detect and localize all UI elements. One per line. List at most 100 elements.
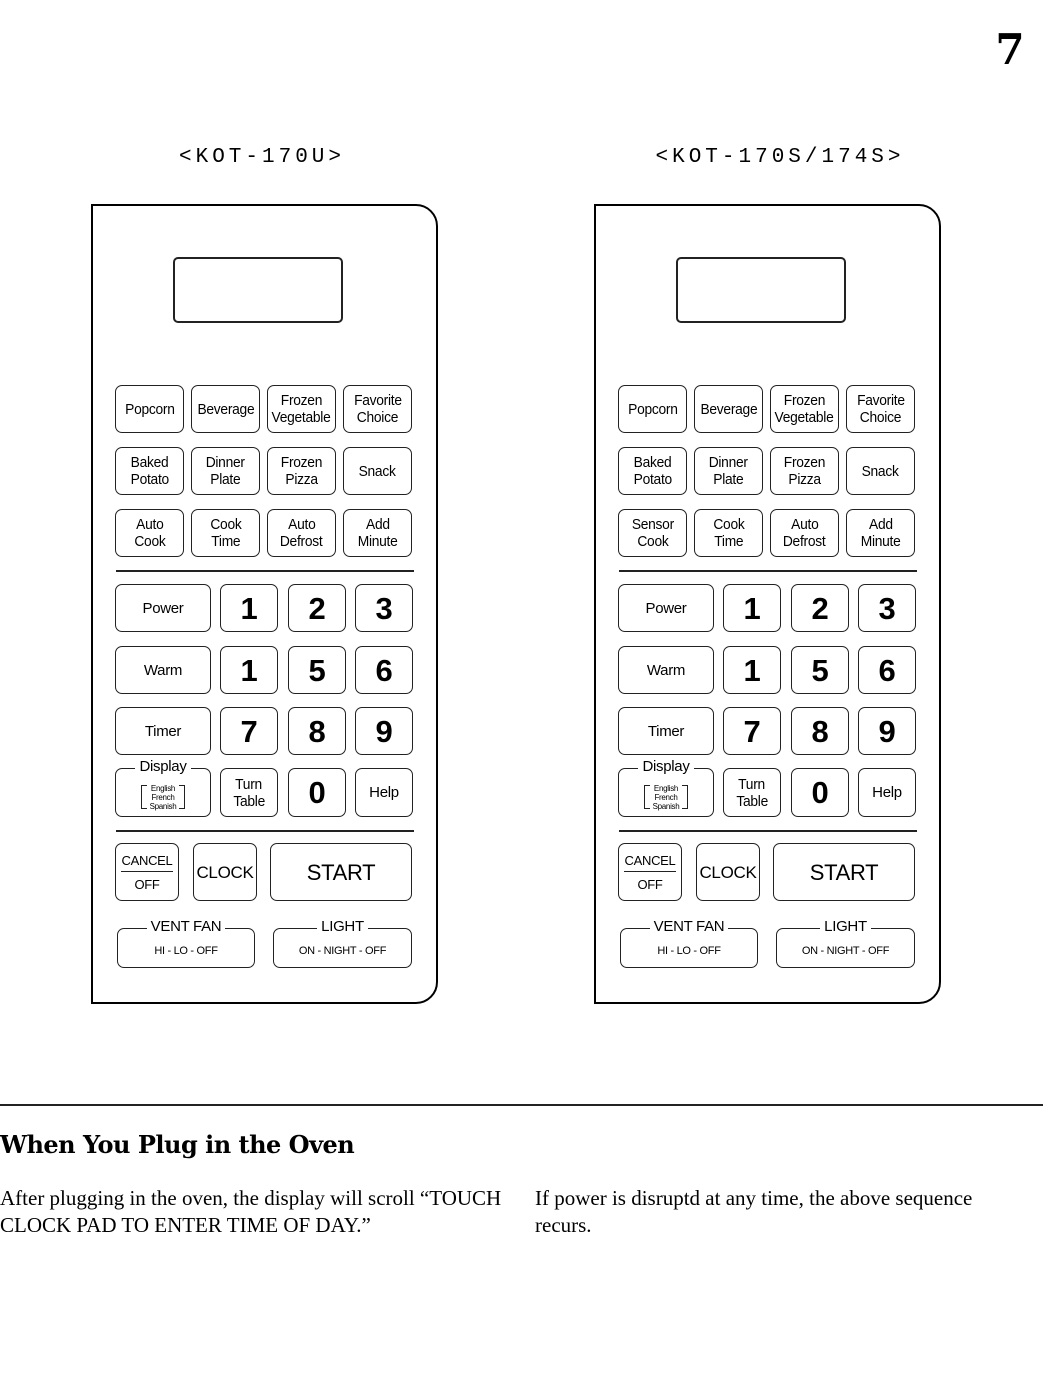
button-label-line: Choice (356, 409, 399, 426)
bracket-right-icon (682, 785, 689, 809)
cook-time-button[interactable]: Cook Time (191, 509, 260, 557)
digit-3-button[interactable]: 3 (858, 584, 916, 632)
page-number: 7 (995, 25, 1025, 74)
divider (116, 570, 414, 572)
light-button[interactable]: LIGHT ON - NIGHT - OFF (273, 918, 412, 968)
popcorn-button[interactable]: Popcorn (115, 385, 184, 433)
digit-2-button[interactable]: 2 (791, 584, 849, 632)
digit-6-button[interactable]: 6 (858, 646, 916, 694)
button-label-line: Cook (133, 533, 166, 550)
digit-9-button[interactable]: 9 (355, 707, 413, 755)
button-label-line: Turn (235, 775, 263, 793)
favorite-choice-button[interactable]: Favorite Choice (343, 385, 412, 433)
button-label-line: Dinner (205, 454, 245, 471)
button-label-line: Auto (790, 516, 819, 533)
button-label-line: Sensor (631, 516, 674, 533)
light-button[interactable]: LIGHT ON - NIGHT - OFF (776, 918, 915, 968)
cancel-off-button[interactable]: CANCEL OFF (618, 843, 682, 901)
language-options: English French Spanish (643, 783, 689, 811)
timer-button[interactable]: Timer (115, 707, 211, 755)
timer-button[interactable]: Timer (618, 707, 714, 755)
auto-defrost-button[interactable]: Auto Defrost (267, 509, 336, 557)
favorite-choice-button[interactable]: Favorite Choice (846, 385, 915, 433)
button-label-line: Defrost (280, 533, 323, 550)
power-button[interactable]: Power (115, 584, 211, 632)
language-english: English (150, 783, 176, 793)
display-language-button[interactable]: Display English French Spanish (115, 758, 211, 817)
digit-8-button[interactable]: 8 (288, 707, 346, 755)
digit-6-button[interactable]: 6 (355, 646, 413, 694)
cancel-off-button[interactable]: CANCEL OFF (115, 843, 179, 901)
divider (619, 830, 917, 832)
beverage-button[interactable]: Beverage (191, 385, 260, 433)
display-key-title-text: Display (135, 758, 191, 775)
frozen-vegetable-button[interactable]: Frozen Vegetable (770, 385, 839, 433)
button-label-line: Table (736, 792, 768, 810)
turn-table-button[interactable]: Turn Table (220, 768, 278, 817)
light-title: LIGHT (274, 918, 411, 936)
baked-potato-button[interactable]: Baked Potato (618, 447, 687, 495)
digit-1-button[interactable]: 1 (723, 584, 781, 632)
paragraph-power-disrupted: If power is disruptd at any time, the ab… (535, 1186, 973, 1237)
button-label-line: Time (713, 533, 744, 550)
vent-fan-title-text: VENT FAN (146, 918, 226, 935)
dinner-plate-button[interactable]: Dinner Plate (694, 447, 763, 495)
language-english: English (653, 783, 679, 793)
auto-cook-button[interactable]: Auto Cook (115, 509, 184, 557)
dinner-plate-button[interactable]: Dinner Plate (191, 447, 260, 495)
language-spanish: Spanish (652, 801, 680, 811)
clock-button[interactable]: CLOCK (696, 843, 760, 901)
frozen-vegetable-button[interactable]: Frozen Vegetable (267, 385, 336, 433)
vent-fan-title: VENT FAN (621, 918, 757, 936)
snack-button[interactable]: Snack (343, 447, 412, 495)
frozen-pizza-button[interactable]: Frozen Pizza (770, 447, 839, 495)
digit-1-button[interactable]: 1 (220, 584, 278, 632)
button-label-line: Frozen (783, 392, 826, 409)
add-minute-button[interactable]: Add Minute (846, 509, 915, 557)
warm-button[interactable]: Warm (115, 646, 211, 694)
clock-button[interactable]: CLOCK (193, 843, 257, 901)
digit-9-button[interactable]: 9 (858, 707, 916, 755)
button-label-line: Baked (633, 454, 672, 471)
button-label-line: Add (868, 516, 893, 533)
snack-button[interactable]: Snack (846, 447, 915, 495)
digit-1-button[interactable]: 1 (220, 646, 278, 694)
digit-1-button[interactable]: 1 (723, 646, 781, 694)
popcorn-button[interactable]: Popcorn (618, 385, 687, 433)
turn-table-button[interactable]: Turn Table (723, 768, 781, 817)
auto-defrost-button[interactable]: Auto Defrost (770, 509, 839, 557)
start-button[interactable]: START (270, 843, 412, 901)
digit-7-button[interactable]: 7 (220, 707, 278, 755)
display-language-button[interactable]: Display English French Spanish (618, 758, 714, 817)
help-button[interactable]: Help (355, 768, 413, 817)
vent-fan-button[interactable]: VENT FAN HI - LO - OFF (117, 918, 255, 968)
button-label-line: Baked (130, 454, 169, 471)
beverage-button[interactable]: Beverage (694, 385, 763, 433)
add-minute-button[interactable]: Add Minute (343, 509, 412, 557)
vent-fan-options: HI - LO - OFF (657, 944, 721, 957)
button-label-line: Pizza (285, 471, 318, 488)
light-title-text: LIGHT (820, 918, 871, 935)
digit-5-button[interactable]: 5 (288, 646, 346, 694)
digit-8-button[interactable]: 8 (791, 707, 849, 755)
button-label-line: Popcorn (627, 400, 678, 418)
button-label-line: Popcorn (124, 400, 175, 418)
sensor-cook-button[interactable]: Sensor Cook (618, 509, 687, 557)
digit-2-button[interactable]: 2 (288, 584, 346, 632)
start-button[interactable]: START (773, 843, 915, 901)
control-panel-kot-170u: Popcorn Beverage Frozen Vegetable Favorite Ch… (91, 204, 438, 1004)
frozen-pizza-button[interactable]: Frozen Pizza (267, 447, 336, 495)
digit-3-button[interactable]: 3 (355, 584, 413, 632)
power-button[interactable]: Power (618, 584, 714, 632)
digit-0-button[interactable]: 0 (288, 768, 346, 817)
display-window (173, 257, 343, 323)
digit-5-button[interactable]: 5 (791, 646, 849, 694)
digit-7-button[interactable]: 7 (723, 707, 781, 755)
button-label-line: Cook (209, 516, 242, 533)
warm-button[interactable]: Warm (618, 646, 714, 694)
help-button[interactable]: Help (858, 768, 916, 817)
cook-time-button[interactable]: Cook Time (694, 509, 763, 557)
digit-0-button[interactable]: 0 (791, 768, 849, 817)
vent-fan-button[interactable]: VENT FAN HI - LO - OFF (620, 918, 758, 968)
baked-potato-button[interactable]: Baked Potato (115, 447, 184, 495)
